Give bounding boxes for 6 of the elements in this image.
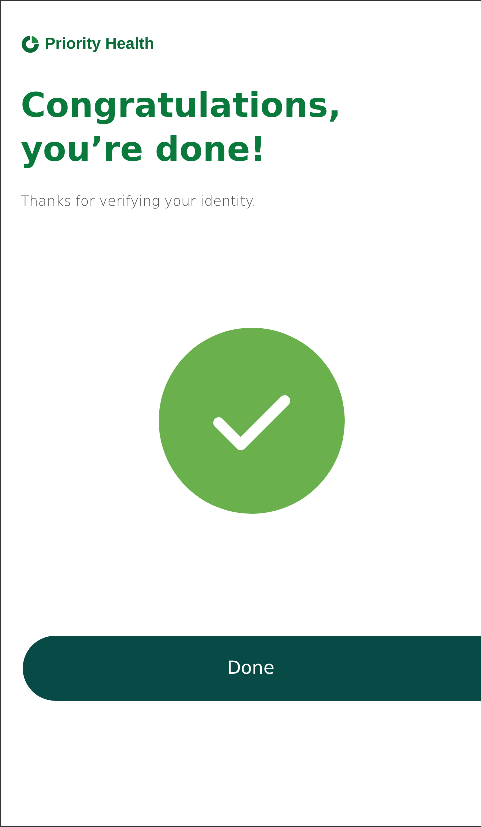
done-button[interactable]: Done bbox=[23, 636, 481, 701]
checkmark-icon bbox=[159, 328, 345, 514]
message-text: Thanks for verifying your identity. bbox=[21, 194, 258, 210]
logo-icon bbox=[21, 35, 40, 54]
brand-name: Priority Health bbox=[45, 36, 154, 54]
page-heading: Congratulations, you’re done! bbox=[21, 85, 342, 172]
